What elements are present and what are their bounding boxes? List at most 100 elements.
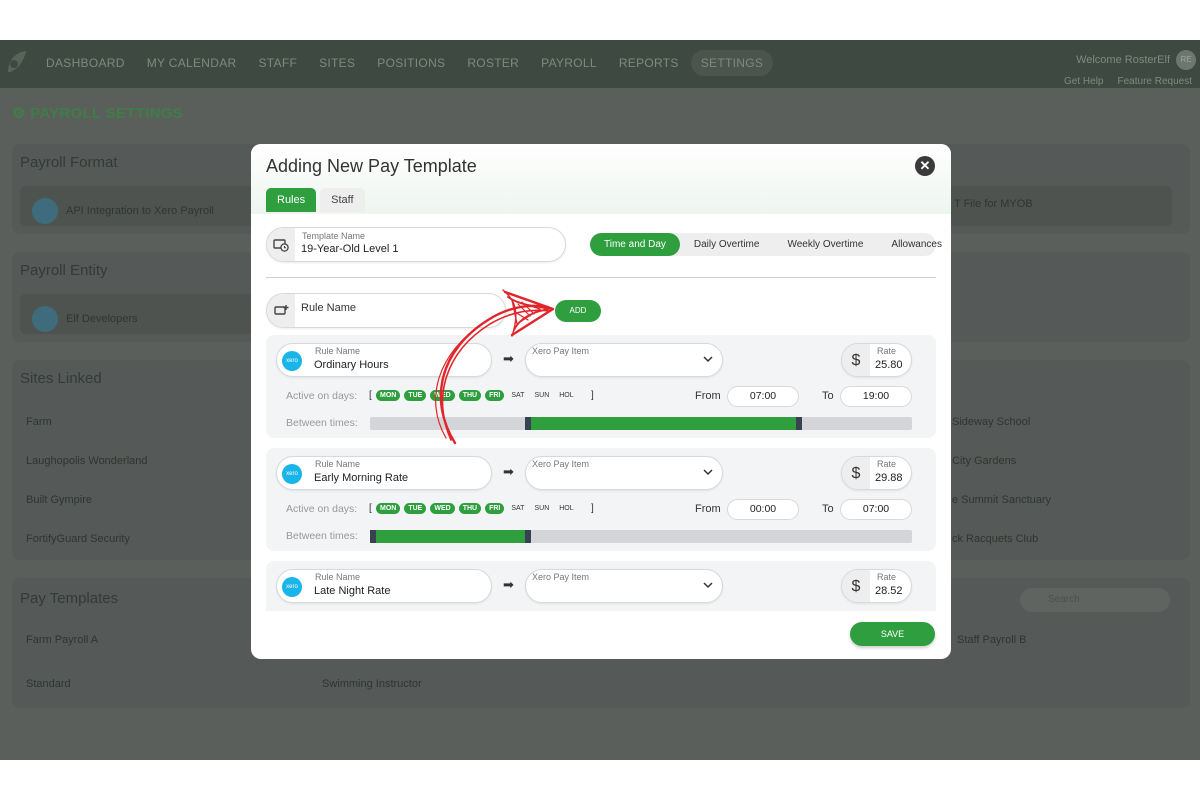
close-icon[interactable]: ✕ — [915, 156, 935, 176]
site-item[interactable]: City Gardens — [952, 455, 1016, 467]
nav-item-positions[interactable]: POSITIONS — [367, 50, 455, 76]
from-time-input[interactable]: 00:00 — [727, 499, 799, 520]
xero-pay-item-select[interactable]: Xero Pay Item — [525, 343, 723, 377]
time-range-fill — [527, 417, 799, 430]
day-toggle-hol[interactable]: HOL — [556, 390, 576, 401]
bracket-open: [ — [369, 390, 372, 401]
time-range-fill — [370, 530, 528, 543]
rule-name-input[interactable]: Rule Name — [266, 293, 506, 328]
add-rule-icon — [267, 294, 295, 327]
payroll-format-heading: Payroll Format — [20, 154, 118, 171]
site-item[interactable]: ck Racquets Club — [952, 533, 1038, 545]
day-selector: MON TUE WED THU FRI SAT SUN HOL — [376, 390, 577, 401]
rule-name-field[interactable]: xero Rule Name Late Night Rate — [276, 569, 492, 603]
from-time-input[interactable]: 07:00 — [727, 386, 799, 407]
rule-name-field[interactable]: xero Rule Name Early Morning Rate — [276, 456, 492, 490]
rate-field[interactable]: $ Rate 29.88 — [841, 456, 912, 490]
xero-pay-item-select[interactable]: Xero Pay Item — [525, 569, 723, 603]
help-links: Get Help Feature Request — [1064, 76, 1192, 87]
day-toggle-thu[interactable]: THU — [458, 390, 482, 401]
nav-item-dashboard[interactable]: DASHBOARD — [36, 50, 135, 76]
between-times-label: Between times: — [286, 530, 358, 542]
arrow-right-icon: ➡ — [503, 464, 514, 479]
get-help-link[interactable]: Get Help — [1064, 76, 1103, 87]
nav-item-payroll[interactable]: PAYROLL — [531, 50, 607, 76]
rosterelf-logo-icon — [8, 51, 26, 72]
chevron-down-icon — [703, 356, 713, 363]
day-toggle-thu[interactable]: THU — [458, 503, 482, 514]
template-name-value: 19-Year-Old Level 1 — [301, 243, 399, 255]
save-button[interactable]: SAVE — [850, 622, 935, 646]
nav-item-reports[interactable]: REPORTS — [609, 50, 689, 76]
avatar[interactable]: RE — [1176, 50, 1196, 70]
nav-item-sites[interactable]: SITES — [309, 50, 365, 76]
time-range-slider[interactable] — [370, 417, 912, 430]
from-label: From — [695, 390, 721, 402]
nav-item-roster[interactable]: ROSTER — [457, 50, 529, 76]
template-name-field[interactable]: Template Name 19-Year-Old Level 1 — [266, 227, 566, 262]
day-toggle-tue[interactable]: TUE — [404, 503, 427, 514]
day-toggle-sun[interactable]: SUN — [531, 390, 552, 401]
xero-icon: xero — [282, 351, 302, 371]
day-toggle-wed[interactable]: WED — [430, 390, 455, 401]
template-item[interactable]: Staff Payroll B — [957, 634, 1027, 646]
site-item[interactable]: e Summit Sanctuary — [952, 494, 1051, 506]
segment-time-and-day[interactable]: Time and Day — [590, 233, 680, 256]
dollar-icon: $ — [842, 457, 870, 489]
rate-label: Rate — [877, 346, 897, 356]
sites-linked-heading: Sites Linked — [20, 370, 102, 387]
segment-daily-overtime[interactable]: Daily Overtime — [680, 233, 774, 256]
nav-item-my-calendar[interactable]: MY CALENDAR — [137, 50, 247, 76]
segment-allowances[interactable]: Allowances — [877, 233, 951, 256]
rate-field[interactable]: $ Rate 28.52 — [841, 569, 912, 603]
day-toggle-tue[interactable]: TUE — [404, 390, 427, 401]
welcome-text: Welcome RosterElf — [1076, 54, 1170, 66]
rate-field[interactable]: $ Rate 25.80 — [841, 343, 912, 377]
day-toggle-wed[interactable]: WED — [430, 503, 455, 514]
range-start-handle[interactable] — [370, 530, 376, 543]
active-days-label: Active on days: — [286, 503, 358, 515]
template-item[interactable]: Standard — [26, 678, 71, 690]
template-item[interactable]: Farm Payroll A — [26, 634, 98, 646]
to-time-input[interactable]: 07:00 — [840, 499, 912, 520]
site-item[interactable]: Farm — [26, 416, 52, 428]
day-toggle-fri[interactable]: FRI — [485, 503, 505, 514]
day-selector: MON TUE WED THU FRI SAT SUN HOL — [376, 503, 577, 514]
range-start-handle[interactable] — [525, 417, 531, 430]
chevron-down-icon — [703, 582, 713, 589]
day-toggle-mon[interactable]: MON — [376, 503, 401, 514]
rule-card: xero Rule Name Ordinary Hours ➡ Xero Pay… — [266, 335, 936, 438]
tab-staff[interactable]: Staff — [320, 188, 365, 212]
nav-item-settings[interactable]: SETTINGS — [690, 50, 774, 76]
site-item[interactable]: FortifyGuard Security — [26, 533, 130, 545]
between-times-label: Between times: — [286, 417, 358, 429]
format-option-myob[interactable]: T File for MYOB — [942, 186, 1172, 226]
day-toggle-sun[interactable]: SUN — [531, 503, 552, 514]
rule-name-value: Early Morning Rate — [314, 472, 409, 484]
site-item[interactable]: Built Gympire — [26, 494, 92, 506]
site-item[interactable]: Sideway School — [952, 416, 1030, 428]
time-range-slider[interactable] — [370, 530, 912, 543]
day-toggle-sat[interactable]: SAT — [508, 503, 527, 514]
day-toggle-sat[interactable]: SAT — [508, 390, 527, 401]
xero-pay-item-label: Xero Pay Item — [532, 572, 590, 582]
rule-card: xero Rule Name Early Morning Rate ➡ Xero… — [266, 448, 936, 551]
day-toggle-hol[interactable]: HOL — [556, 503, 576, 514]
xero-icon: xero — [282, 577, 302, 597]
range-end-handle[interactable] — [525, 530, 531, 543]
site-item[interactable]: Laughopolis Wonderland — [26, 455, 148, 467]
day-toggle-mon[interactable]: MON — [376, 390, 401, 401]
rule-name-field[interactable]: xero Rule Name Ordinary Hours — [276, 343, 492, 377]
add-rule-button[interactable]: ADD — [555, 300, 601, 322]
segment-weekly-overtime[interactable]: Weekly Overtime — [773, 233, 877, 256]
template-item[interactable]: Swimming Instructor — [322, 678, 422, 690]
template-search-input[interactable]: Search — [1020, 588, 1170, 612]
to-time-input[interactable]: 19:00 — [840, 386, 912, 407]
range-end-handle[interactable] — [796, 417, 802, 430]
feature-request-link[interactable]: Feature Request — [1118, 76, 1193, 87]
nav-item-staff[interactable]: STAFF — [249, 50, 308, 76]
day-toggle-fri[interactable]: FRI — [485, 390, 505, 401]
xero-pay-item-select[interactable]: Xero Pay Item — [525, 456, 723, 490]
modal-title: Adding New Pay Template — [266, 156, 477, 176]
tab-rules[interactable]: Rules — [266, 188, 317, 212]
